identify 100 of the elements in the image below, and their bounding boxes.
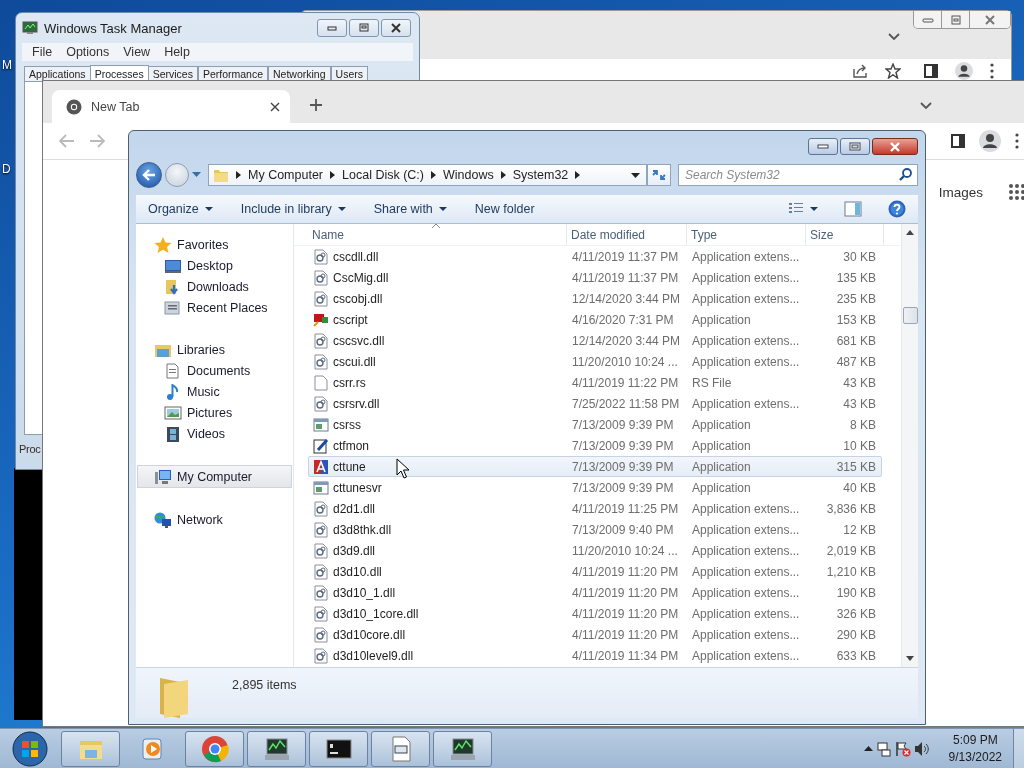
clock-date[interactable]: 9/13/2022 <box>948 750 1002 764</box>
menu-item[interactable]: View <box>123 45 151 59</box>
back-button[interactable] <box>136 162 162 188</box>
maximize-button[interactable] <box>840 138 870 155</box>
scroll-thumb[interactable] <box>902 307 918 324</box>
menu-icon[interactable] <box>990 63 994 79</box>
navigation-item[interactable]: Libraries <box>136 339 293 360</box>
taskbar-button[interactable] <box>247 730 306 767</box>
column-header[interactable]: Size <box>806 224 884 245</box>
menu-item[interactable]: Options <box>66 45 110 59</box>
view-details-icon[interactable] <box>788 202 804 216</box>
navigation-item[interactable]: Network <box>136 509 293 530</box>
navigation-item[interactable]: Music <box>136 381 293 402</box>
menu-item[interactable]: File <box>32 45 53 59</box>
search-icon[interactable] <box>899 168 912 181</box>
chevron-right-icon[interactable] <box>236 171 241 179</box>
maximize-button[interactable] <box>942 11 970 28</box>
scroll-down-icon[interactable] <box>906 656 914 661</box>
file-row[interactable]: ctfmon 7/13/2009 9:39 PM Application 10 KB <box>308 435 882 456</box>
taskbar-button[interactable] <box>433 730 492 767</box>
navigation-item[interactable]: Documents <box>136 360 293 381</box>
navigation-item[interactable]: My Computer <box>137 465 292 488</box>
refresh-button[interactable] <box>647 164 671 186</box>
avatar-icon[interactable] <box>955 62 973 80</box>
file-row[interactable]: cttune 7/13/2009 9:39 PM Application 315 KB <box>308 456 882 477</box>
minimize-button[interactable] <box>808 138 838 155</box>
minimize-button[interactable] <box>317 19 347 37</box>
share-icon[interactable] <box>852 63 868 79</box>
column-header[interactable]: Type <box>687 224 806 245</box>
desktop-icon-label[interactable]: D <box>2 162 11 176</box>
chevron-down-icon[interactable] <box>920 102 932 110</box>
address-bar[interactable]: My Computer Local Disk (C:) Windows System32 <box>208 164 647 186</box>
taskbar-button[interactable] <box>309 730 368 767</box>
file-row[interactable]: d3d9.dll 11/20/2010 10:24 ... Application extens... 2,019 KB <box>308 540 882 561</box>
file-row[interactable]: csrr.rs 4/11/2019 11:22 PM RS File 43 KB <box>308 372 882 393</box>
recent-pages-dropdown-icon[interactable] <box>192 172 201 178</box>
breadcrumb-item[interactable]: Windows <box>443 168 494 182</box>
clock-time[interactable]: 5:09 PM <box>952 733 998 747</box>
flag-icon[interactable] <box>894 740 911 757</box>
chevron-down-icon[interactable] <box>888 33 900 41</box>
breadcrumb-item[interactable]: My Computer <box>248 168 324 182</box>
column-header[interactable]: Date modified <box>567 224 687 245</box>
minimize-button[interactable] <box>914 11 942 28</box>
chevron-right-icon[interactable] <box>500 171 506 179</box>
file-row[interactable]: d3d10core.dll 4/11/2019 11:20 PM Application extens... 290 KB <box>308 624 882 645</box>
navigation-item[interactable]: Pictures <box>136 402 293 423</box>
desktop-icon-label[interactable]: M <box>2 58 12 72</box>
toolbar-button[interactable]: Share with <box>367 199 453 219</box>
dropdown-caret-icon[interactable] <box>631 172 640 178</box>
search-field[interactable]: Search System32 <box>678 164 918 186</box>
navigation-item[interactable]: Favorites <box>136 234 293 255</box>
scrollbar[interactable] <box>901 224 918 667</box>
new-tab-icon[interactable] <box>309 98 323 112</box>
side-panel-icon[interactable] <box>924 64 938 78</box>
toolbar-button[interactable]: Organize <box>142 199 219 219</box>
column-header[interactable]: Name <box>308 224 567 245</box>
navigation-item[interactable]: Desktop <box>136 255 293 276</box>
toolbar-button[interactable]: Include in library <box>234 199 352 219</box>
file-row[interactable]: cscui.dll 11/20/2010 10:24 ... Application extens... 487 KB <box>308 351 882 372</box>
breadcrumb-item[interactable]: System32 <box>512 168 569 182</box>
close-button[interactable] <box>381 19 411 37</box>
tab[interactable]: Applications <box>24 66 91 81</box>
file-row[interactable]: d3d10.dll 4/11/2019 11:20 PM Application extens... 1,210 KB <box>308 561 882 582</box>
menu-item[interactable]: Help <box>164 45 190 59</box>
file-row[interactable]: csrss 7/13/2009 9:39 PM Application 8 KB <box>308 414 882 435</box>
breadcrumb-item[interactable]: Local Disk (C:) <box>342 168 424 182</box>
file-row[interactable]: cscdll.dll 4/11/2019 11:37 PM Application extens... 30 KB <box>308 246 882 267</box>
side-panel-icon[interactable] <box>951 134 965 148</box>
images-link[interactable]: Images <box>938 184 983 200</box>
menu-icon[interactable] <box>1015 133 1019 149</box>
close-button[interactable] <box>872 138 918 155</box>
file-row[interactable]: CscMig.dll 4/11/2019 11:37 PM Application extens... 135 KB <box>308 267 882 288</box>
apps-grid-icon[interactable] <box>1009 184 1024 200</box>
browser-tab[interactable]: New Tab <box>52 90 290 123</box>
file-row[interactable]: d3d10_1core.dll 4/11/2019 11:20 PM Application extens... 326 KB <box>308 603 882 624</box>
chevron-right-icon[interactable] <box>575 171 581 179</box>
avatar-icon[interactable] <box>979 130 1001 152</box>
file-row[interactable]: cscript 4/16/2020 7:31 PM Application 153 KB <box>308 309 882 330</box>
close-icon[interactable] <box>270 101 280 112</box>
help-icon[interactable] <box>888 200 906 218</box>
file-row[interactable]: cttunesvr 7/13/2009 9:39 PM Application 40 KB <box>308 477 882 498</box>
volume-icon[interactable] <box>913 740 930 757</box>
chevron-right-icon[interactable] <box>330 171 336 179</box>
star-icon[interactable] <box>885 63 901 79</box>
show-desktop-button[interactable] <box>1013 728 1024 768</box>
start-button[interactable] <box>10 729 50 768</box>
navigation-item[interactable]: Videos <box>136 423 293 444</box>
file-row[interactable]: cscobj.dll 12/14/2020 3:44 PM Application extens... 235 KB <box>308 288 882 309</box>
file-row[interactable]: d3d8thk.dll 7/13/2009 9:40 PM Application extens... 12 KB <box>308 519 882 540</box>
chevron-right-icon[interactable] <box>431 171 436 179</box>
file-row[interactable]: d3d10level9.dll 4/11/2019 11:34 PM Application extens... 633 KB <box>308 645 882 666</box>
tab[interactable]: Processes <box>89 65 149 81</box>
file-row[interactable]: cscsvc.dll 12/14/2020 3:44 PM Application extens... 681 KB <box>308 330 882 351</box>
toolbar-button[interactable]: New folder <box>468 199 541 219</box>
file-row[interactable]: csrsrv.dll 7/25/2022 11:58 PM Application extens... 43 KB <box>308 393 882 414</box>
file-row[interactable]: d3d10_1.dll 4/11/2019 11:20 PM Application extens... 190 KB <box>308 582 882 603</box>
network-icon[interactable] <box>875 740 892 757</box>
file-row[interactable]: d2d1.dll 4/11/2019 11:25 PM Application extens... 3,836 KB <box>308 498 882 519</box>
navigation-item[interactable]: Downloads <box>136 276 293 297</box>
scroll-up-icon[interactable] <box>906 230 914 235</box>
